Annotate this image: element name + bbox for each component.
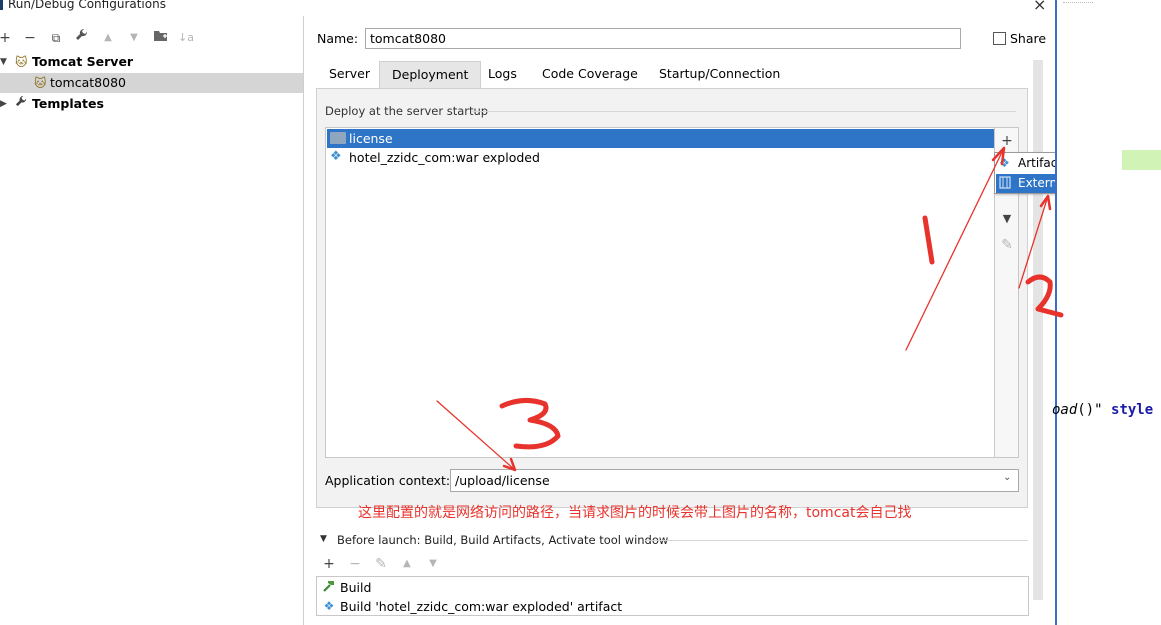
- add-configuration-icon[interactable]: +: [0, 28, 13, 48]
- window-title: Run/Debug Configurations: [8, 0, 166, 11]
- before-launch-list[interactable]: Build ❖ Build 'hotel_zzidc_com:war explo…: [316, 576, 1029, 616]
- window-accent: [0, 0, 3, 10]
- remove-task-icon[interactable]: −: [347, 555, 363, 573]
- remove-configuration-icon[interactable]: −: [22, 28, 38, 48]
- tree-item-tomcat-server[interactable]: ▼ 🐱 Tomcat Server: [0, 52, 303, 72]
- before-launch-header: Before launch: Build, Build Artifacts, A…: [337, 533, 669, 547]
- tree-item-label: Tomcat Server: [32, 54, 134, 69]
- editor-highlight: [1122, 150, 1161, 170]
- folder-icon: [330, 132, 346, 144]
- collapse-arrow-icon[interactable]: ▶: [0, 94, 7, 114]
- copy-configuration-icon[interactable]: ⧉: [48, 28, 64, 48]
- code-fragment: ()": [1077, 402, 1112, 418]
- move-down-icon[interactable]: ▼: [999, 210, 1015, 228]
- list-item[interactable]: ❖ Build 'hotel_zzidc_com:war exploded' a…: [318, 597, 1028, 616]
- new-folder-icon[interactable]: [152, 28, 168, 48]
- deploy-section-header: Deploy at the server startup: [325, 104, 489, 118]
- tab-logs[interactable]: Logs: [476, 61, 529, 89]
- move-down-icon[interactable]: ▼: [126, 28, 142, 48]
- move-up-icon[interactable]: ▲: [100, 28, 116, 48]
- deploy-list[interactable]: license ❖ hotel_zzidc_com:war exploded: [325, 127, 995, 458]
- tree-item-label: Templates: [32, 96, 104, 111]
- tab-startup-connection[interactable]: Startup/Connection: [647, 61, 792, 89]
- name-label: Name:: [317, 31, 359, 46]
- move-down-icon[interactable]: ▼: [425, 555, 441, 573]
- editor-dotted-line: [1063, 2, 1093, 3]
- list-item-label: Build: [340, 580, 372, 595]
- application-context-label: Application context:: [325, 473, 451, 488]
- expand-arrow-icon[interactable]: ▼: [0, 52, 7, 72]
- tab-code-coverage[interactable]: Code Coverage: [530, 61, 650, 89]
- wrench-icon: [15, 94, 28, 114]
- tree-item-templates[interactable]: ▶ Templates: [0, 94, 303, 114]
- list-item-label: Build 'hotel_zzidc_com:war exploded' art…: [340, 599, 623, 614]
- tree-item-label: tomcat8080: [50, 75, 126, 90]
- chevron-down-icon[interactable]: ⌄: [1003, 472, 1011, 483]
- annotation-note: 这里配置的就是网络访问的路径，当请求图片的时候会带上图片的名称，tomcat会自…: [358, 505, 912, 521]
- section-divider: [472, 111, 1016, 112]
- tomcat-icon: 🐱: [15, 55, 28, 69]
- edit-defaults-icon[interactable]: [74, 28, 90, 48]
- close-icon[interactable]: ×: [1033, 0, 1046, 14]
- list-item[interactable]: ❖ hotel_zzidc_com:war exploded: [327, 148, 994, 167]
- tomcat-icon: 🐱: [34, 76, 47, 90]
- tab-server[interactable]: Server: [317, 61, 382, 89]
- list-item-label: hotel_zzidc_com:war exploded: [349, 150, 540, 165]
- code-keyword: style: [1111, 402, 1154, 418]
- code-fragment: oad: [1052, 402, 1078, 418]
- tab-deployment[interactable]: Deployment: [379, 61, 482, 89]
- build-icon: [321, 579, 337, 595]
- artifact-icon: ❖: [330, 149, 342, 164]
- section-divider: [645, 540, 1028, 541]
- artifact-icon: ❖: [323, 599, 335, 613]
- background-editor-strip: [1055, 0, 1161, 625]
- tree-item-tomcat8080[interactable]: 🐱 tomcat8080: [0, 73, 303, 93]
- share-checkbox[interactable]: [993, 32, 1006, 45]
- list-item[interactable]: Build: [318, 578, 1028, 597]
- add-deploy-icon[interactable]: +: [999, 132, 1015, 150]
- list-item-label: license: [349, 131, 393, 146]
- add-task-icon[interactable]: +: [321, 555, 337, 573]
- external-source-icon: [999, 176, 1013, 190]
- share-label[interactable]: Share: [1010, 31, 1046, 46]
- collapse-arrow-icon[interactable]: ▼: [320, 534, 327, 544]
- edit-pencil-icon[interactable]: ✎: [999, 236, 1015, 254]
- vertical-scrollbar[interactable]: [1033, 60, 1043, 600]
- sort-icon[interactable]: ↓a: [178, 28, 194, 48]
- editor-code-line: oad()" style: [1052, 402, 1153, 418]
- folder-icon: [153, 31, 167, 41]
- edit-task-icon[interactable]: ✎: [373, 555, 389, 573]
- wrench-icon: [76, 28, 88, 40]
- title-bar: Run/Debug Configurations ×: [0, 0, 1055, 16]
- artifact-icon: ❖: [999, 156, 1010, 170]
- tree-toolbar: + − ⧉ ▲ ▼ ↓a: [0, 28, 304, 50]
- list-item[interactable]: license: [327, 129, 994, 148]
- move-up-icon[interactable]: ▲: [399, 555, 415, 573]
- name-input[interactable]: tomcat8080: [365, 28, 961, 49]
- application-context-combobox[interactable]: /upload/license: [450, 469, 1019, 492]
